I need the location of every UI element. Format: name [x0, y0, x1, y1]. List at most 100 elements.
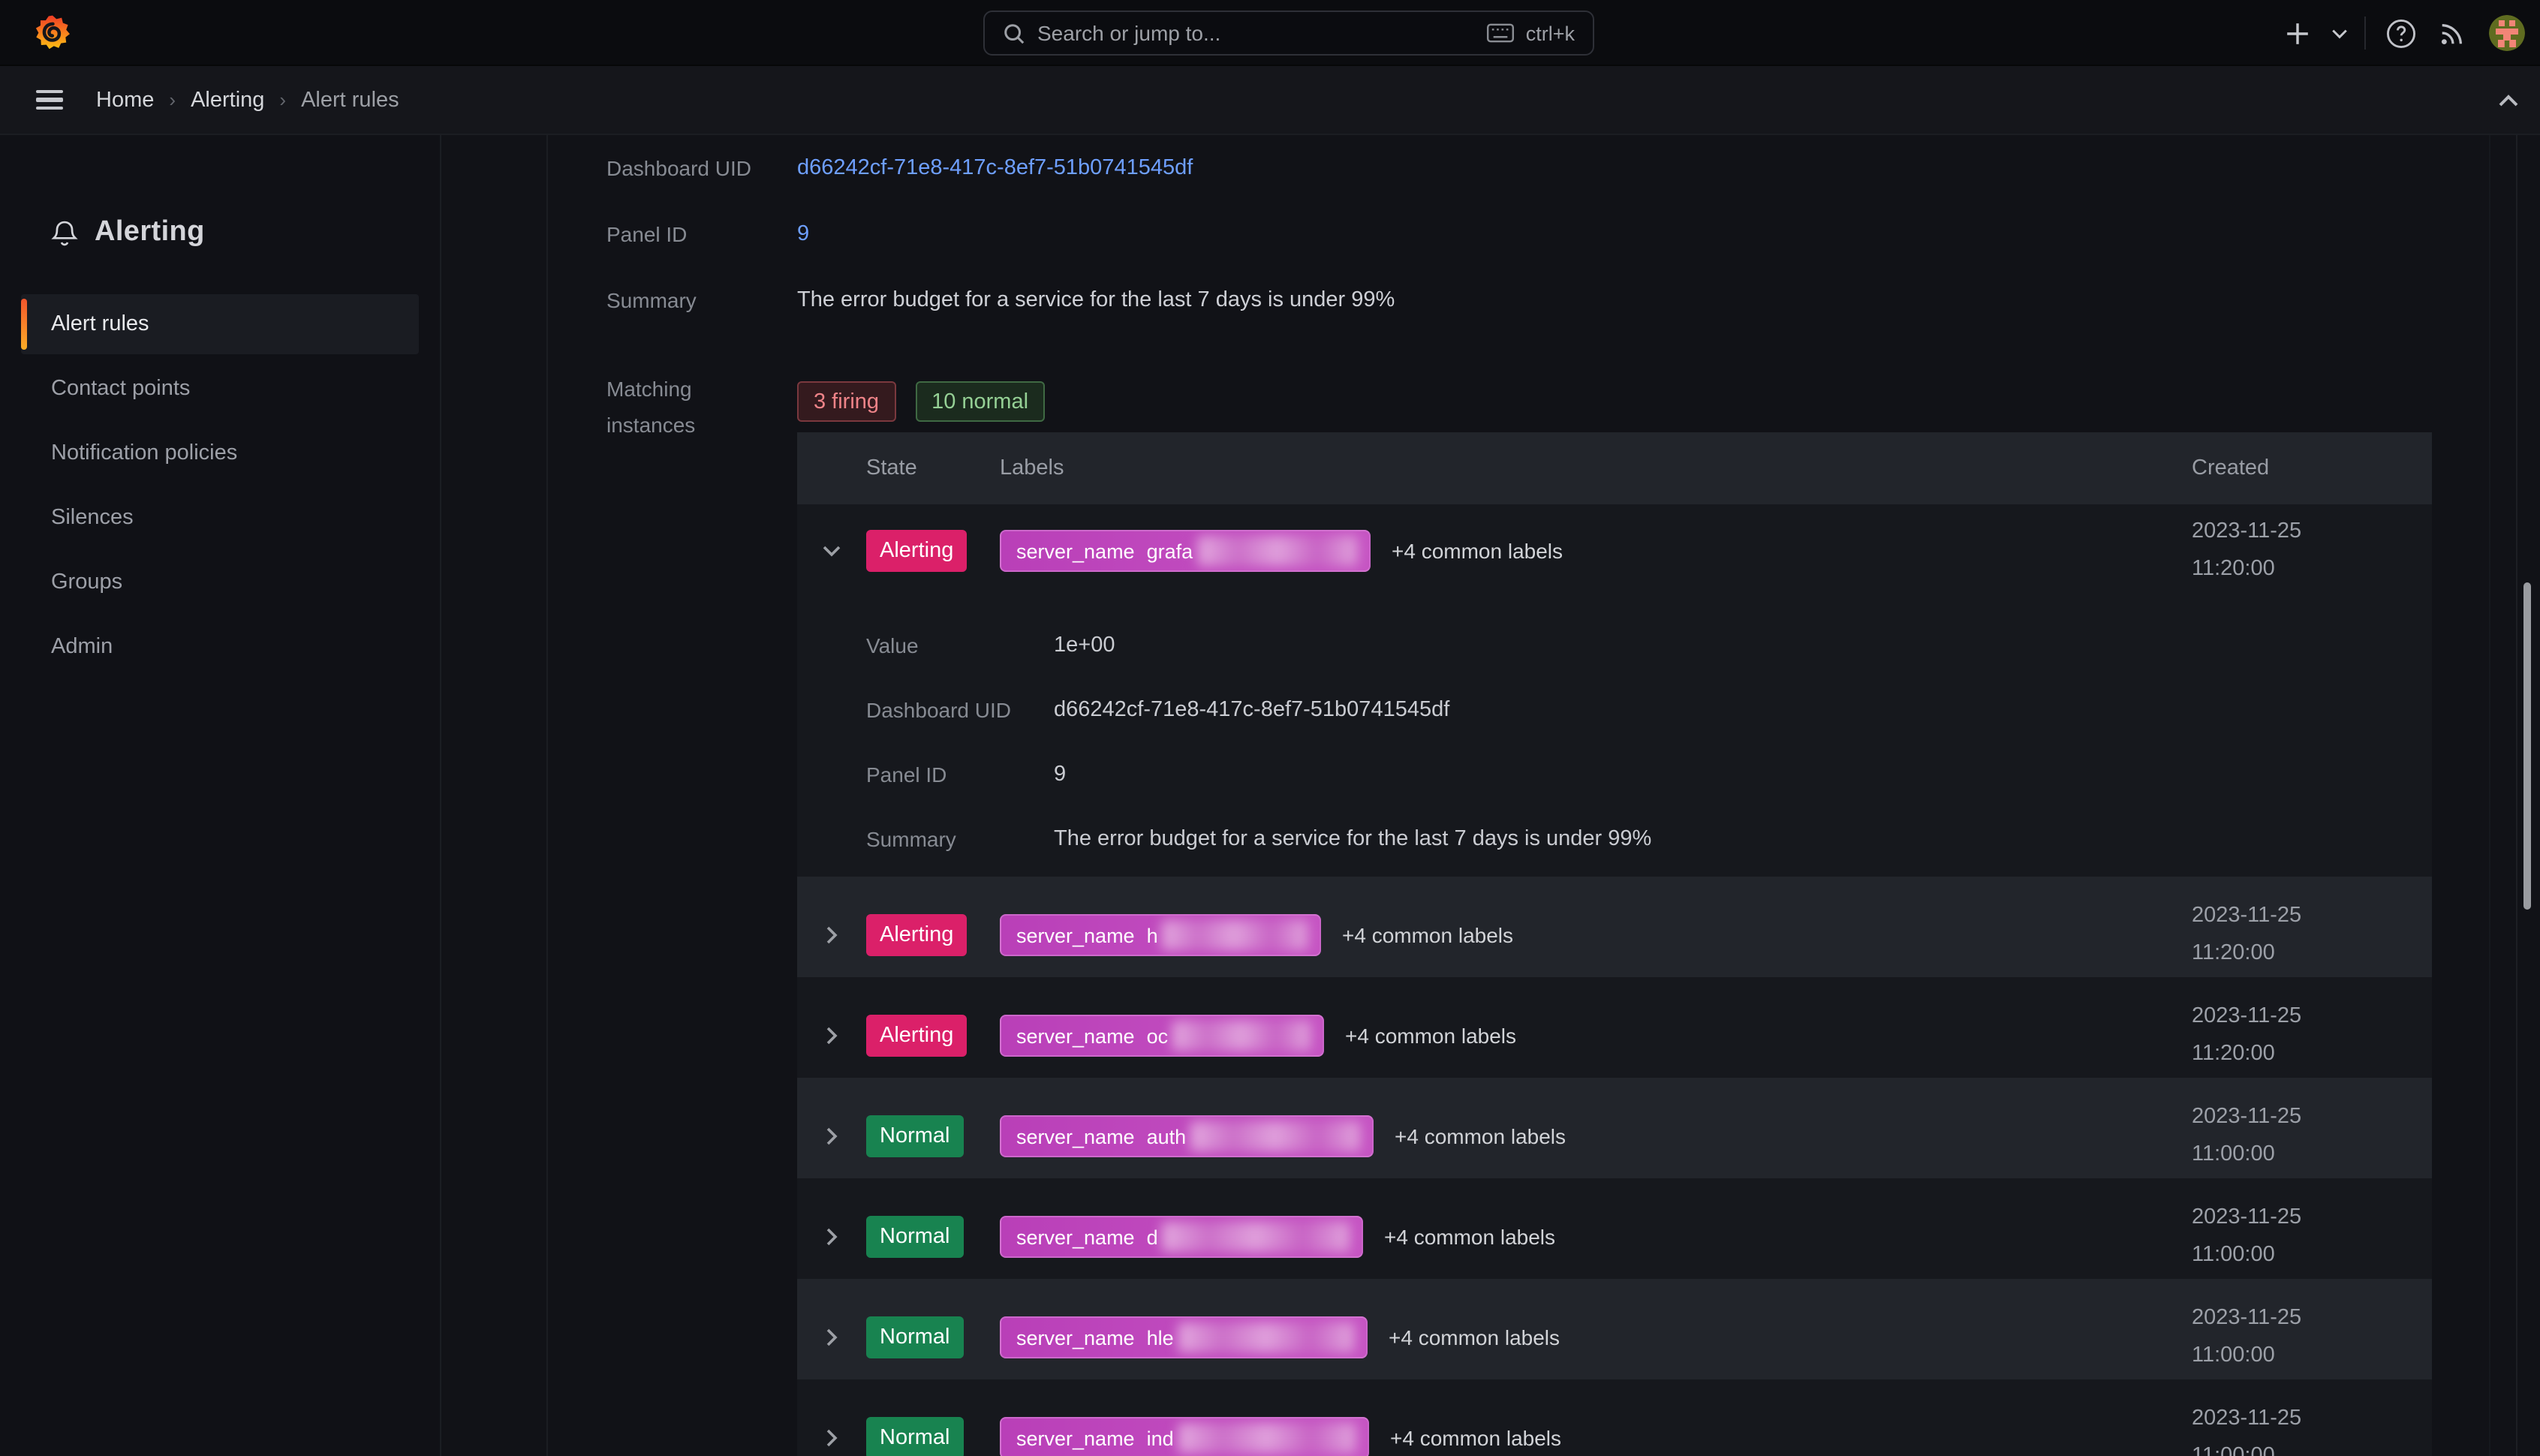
- state-badge: Normal: [866, 1316, 963, 1358]
- common-labels-text: +4 common labels: [1392, 539, 1563, 563]
- table-row[interactable]: Normal server_name d +4 common labels 20…: [797, 1178, 2432, 1279]
- add-new-caret-icon[interactable]: [2322, 8, 2355, 59]
- sidebar-item-alert-rules[interactable]: Alert rules: [21, 294, 419, 354]
- redacted-label-value: [1178, 1322, 1354, 1352]
- created-cell: 2023-11-25 11:00:00: [2192, 1400, 2432, 1456]
- label-pill-key: server_name: [1016, 924, 1135, 946]
- created-time: 11:00:00: [2192, 1337, 2432, 1375]
- label-pill: server_name auth: [1000, 1115, 1374, 1157]
- add-new-button[interactable]: [2271, 8, 2322, 59]
- normal-count-badge: 10 normal: [915, 381, 1045, 422]
- label-pill-key: server_name: [1016, 1125, 1135, 1148]
- created-date: 2023-11-25: [2192, 998, 2432, 1036]
- created-cell: 2023-11-25 11:20:00: [2192, 998, 2432, 1073]
- sidebar-item-contact-points[interactable]: Contact points: [21, 359, 419, 419]
- label-pill: server_name h: [1000, 914, 1321, 956]
- detail-value-link[interactable]: 9: [1054, 762, 1066, 786]
- chevron-down-icon: [823, 545, 841, 557]
- help-icon[interactable]: [2375, 8, 2426, 59]
- sidebar-item-silences[interactable]: Silences: [21, 488, 419, 548]
- menu-toggle-icon[interactable]: [36, 89, 63, 110]
- breadcrumb: Home › Alerting › Alert rules: [96, 88, 399, 112]
- scrollbar-gutter-divider: [2516, 135, 2517, 1456]
- breadcrumb-item[interactable]: Home: [96, 88, 154, 112]
- breadcrumb-item[interactable]: Alerting: [191, 88, 264, 112]
- detail-label: Dashboard UID: [866, 697, 1054, 721]
- grafana-logo-icon[interactable]: [33, 14, 72, 53]
- grafana-app: ctrl+k: [0, 0, 2540, 1456]
- table-row[interactable]: Alerting server_name oc +4 common labels…: [797, 977, 2432, 1078]
- user-avatar[interactable]: [2489, 15, 2525, 51]
- chevron-right-icon: [826, 1328, 838, 1346]
- redacted-label-value: [1190, 1121, 1360, 1151]
- table-row[interactable]: Normal server_name hle +4 common labels …: [797, 1279, 2432, 1379]
- breadcrumb-separator: ›: [279, 89, 286, 111]
- chevron-right-icon: [826, 1127, 838, 1145]
- field-label: Summary: [606, 288, 797, 312]
- created-cell: 2023-11-25 11:20:00: [2192, 513, 2432, 588]
- breadcrumb-item: Alert rules: [301, 88, 399, 112]
- row-details: Value1e+00Dashboard UIDd66242cf-71e8-417…: [797, 591, 2432, 871]
- detail-value: The error budget for a service for the l…: [1054, 826, 1651, 850]
- redacted-label-value: [1172, 1021, 1311, 1051]
- created-date: 2023-11-25: [2192, 1400, 2432, 1438]
- detail-field-row: Panel ID9: [606, 201, 1958, 267]
- label-pill-value-prefix: oc: [1147, 1024, 1169, 1047]
- table-row[interactable]: Alerting server_name grafa +4 common lab…: [797, 504, 2432, 877]
- row-expander-button[interactable]: [797, 926, 866, 944]
- label-pill-value-prefix: h: [1147, 924, 1158, 946]
- search-bar[interactable]: ctrl+k: [983, 11, 1594, 56]
- label-pill: server_name oc: [1000, 1015, 1324, 1057]
- firing-count-badge: 3 firing: [797, 381, 895, 422]
- chevron-right-icon: [826, 1429, 838, 1447]
- created-date: 2023-11-25: [2192, 1199, 2432, 1237]
- row-expander-button[interactable]: [797, 1027, 866, 1045]
- label-pill: server_name grafa: [1000, 530, 1371, 572]
- sidebar-item-groups[interactable]: Groups: [21, 552, 419, 612]
- expanded-detail-row: SummaryThe error budget for a service fo…: [866, 806, 2432, 871]
- label-pill-value-prefix: d: [1147, 1226, 1158, 1248]
- news-rss-icon[interactable]: [2426, 8, 2477, 59]
- search-input[interactable]: [1037, 21, 1487, 45]
- field-value-link[interactable]: 9: [797, 222, 809, 246]
- row-expander-button[interactable]: [797, 1328, 866, 1346]
- common-labels-text: +4 common labels: [1384, 1225, 1555, 1249]
- redacted-label-value: [1178, 1423, 1356, 1453]
- table-row[interactable]: Normal server_name auth +4 common labels…: [797, 1078, 2432, 1178]
- rule-details: Dashboard UIDd66242cf-71e8-417c-8ef7-51b…: [606, 135, 1958, 333]
- row-expander-button[interactable]: [797, 545, 866, 557]
- created-date: 2023-11-25: [2192, 513, 2432, 551]
- detail-value-link[interactable]: d66242cf-71e8-417c-8ef7-51b0741545df: [1054, 697, 1449, 721]
- table-row[interactable]: Alerting server_name h +4 common labels …: [797, 877, 2432, 977]
- created-cell: 2023-11-25 11:00:00: [2192, 1199, 2432, 1274]
- label-pill-value-prefix: ind: [1147, 1427, 1174, 1449]
- state-badge: Normal: [866, 1115, 963, 1157]
- row-expander-button[interactable]: [797, 1429, 866, 1447]
- row-expander-button[interactable]: [797, 1228, 866, 1246]
- common-labels-text: +4 common labels: [1390, 1426, 1561, 1450]
- column-header-labels: Labels: [1000, 456, 2192, 480]
- top-nav-bar: ctrl+k: [0, 0, 2540, 66]
- vertical-scrollbar[interactable]: [2523, 582, 2531, 910]
- chevron-right-icon: [826, 926, 838, 944]
- matching-instances-label: Matching instances: [606, 371, 733, 443]
- state-badge: Alerting: [866, 914, 967, 956]
- chevron-right-icon: [826, 1027, 838, 1045]
- column-header-created: Created: [2192, 456, 2432, 480]
- sidebar-item-notification-policies[interactable]: Notification policies: [21, 423, 419, 483]
- breadcrumb-separator: ›: [169, 89, 176, 111]
- table-row[interactable]: Normal server_name ind +4 common labels …: [797, 1379, 2432, 1456]
- created-date: 2023-11-25: [2192, 1300, 2432, 1337]
- label-pill-key: server_name: [1016, 1326, 1135, 1349]
- row-expander-button[interactable]: [797, 1127, 866, 1145]
- sidebar-item-admin[interactable]: Admin: [21, 617, 419, 677]
- label-pill-key: server_name: [1016, 1427, 1135, 1449]
- redacted-label-value: [1197, 536, 1357, 566]
- pane-splitter[interactable]: [546, 135, 548, 1456]
- field-label: Panel ID: [606, 222, 797, 246]
- label-pill-value-prefix: grafa: [1147, 540, 1193, 562]
- field-value-link[interactable]: d66242cf-71e8-417c-8ef7-51b0741545df: [797, 156, 1193, 180]
- chevron-up-icon[interactable]: [2489, 81, 2528, 120]
- created-time: 11:00:00: [2192, 1438, 2432, 1456]
- topbar-divider: [2364, 17, 2366, 50]
